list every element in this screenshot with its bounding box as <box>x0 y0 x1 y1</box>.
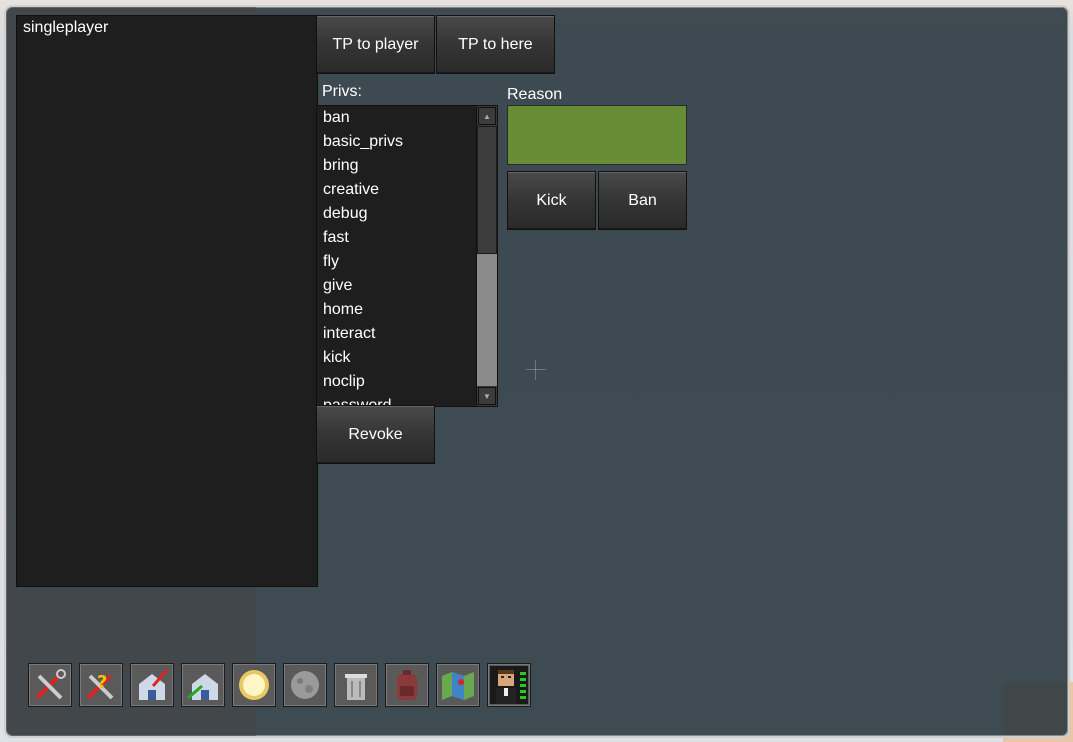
priv-item[interactable]: kick <box>317 346 497 370</box>
home-go-icon[interactable] <box>181 663 225 707</box>
priv-item[interactable]: fast <box>317 226 497 250</box>
scroll-thumb[interactable] <box>477 126 497 254</box>
privs-label: Privs: <box>322 83 362 100</box>
scroll-down-icon[interactable]: ▼ <box>478 387 496 405</box>
tp-to-here-button[interactable]: TP to here <box>436 15 555 74</box>
crosshair-icon <box>526 360 546 380</box>
help-tools-icon[interactable]: ? <box>79 663 123 707</box>
priv-item[interactable]: home <box>317 298 497 322</box>
privs-scrollbar[interactable]: ▲ ▼ <box>476 106 497 406</box>
priv-item[interactable]: noclip <box>317 370 497 394</box>
moon-icon[interactable] <box>283 663 327 707</box>
home-set-icon[interactable] <box>130 663 174 707</box>
player-icon[interactable] <box>487 663 531 707</box>
trash-icon[interactable] <box>334 663 378 707</box>
kick-button[interactable]: Kick <box>507 171 596 230</box>
ban-button[interactable]: Ban <box>598 171 687 230</box>
priv-item[interactable]: bring <box>317 154 497 178</box>
reason-input[interactable] <box>507 105 687 165</box>
player-list[interactable]: singleplayer <box>16 15 318 587</box>
priv-item[interactable]: fly <box>317 250 497 274</box>
tp-to-player-button[interactable]: TP to player <box>316 15 435 74</box>
reason-label: Reason <box>507 86 563 103</box>
player-list-item[interactable]: singleplayer <box>17 16 317 40</box>
svg-text:?: ? <box>97 672 107 693</box>
privs-list[interactable]: ban basic_privs bring creative debug fas… <box>316 105 498 407</box>
priv-item[interactable]: interact <box>317 322 497 346</box>
backpack-icon[interactable] <box>385 663 429 707</box>
map-icon[interactable] <box>436 663 480 707</box>
revoke-button[interactable]: Revoke <box>316 405 435 464</box>
priv-item[interactable]: debug <box>317 202 497 226</box>
priv-item[interactable]: creative <box>317 178 497 202</box>
wrench-screwdriver-icon[interactable] <box>28 663 72 707</box>
scroll-up-icon[interactable]: ▲ <box>478 107 496 125</box>
priv-item[interactable]: give <box>317 274 497 298</box>
priv-item[interactable]: ban <box>317 106 497 130</box>
priv-item[interactable]: basic_privs <box>317 130 497 154</box>
sun-icon[interactable] <box>232 663 276 707</box>
toolbar: ? <box>28 663 531 707</box>
